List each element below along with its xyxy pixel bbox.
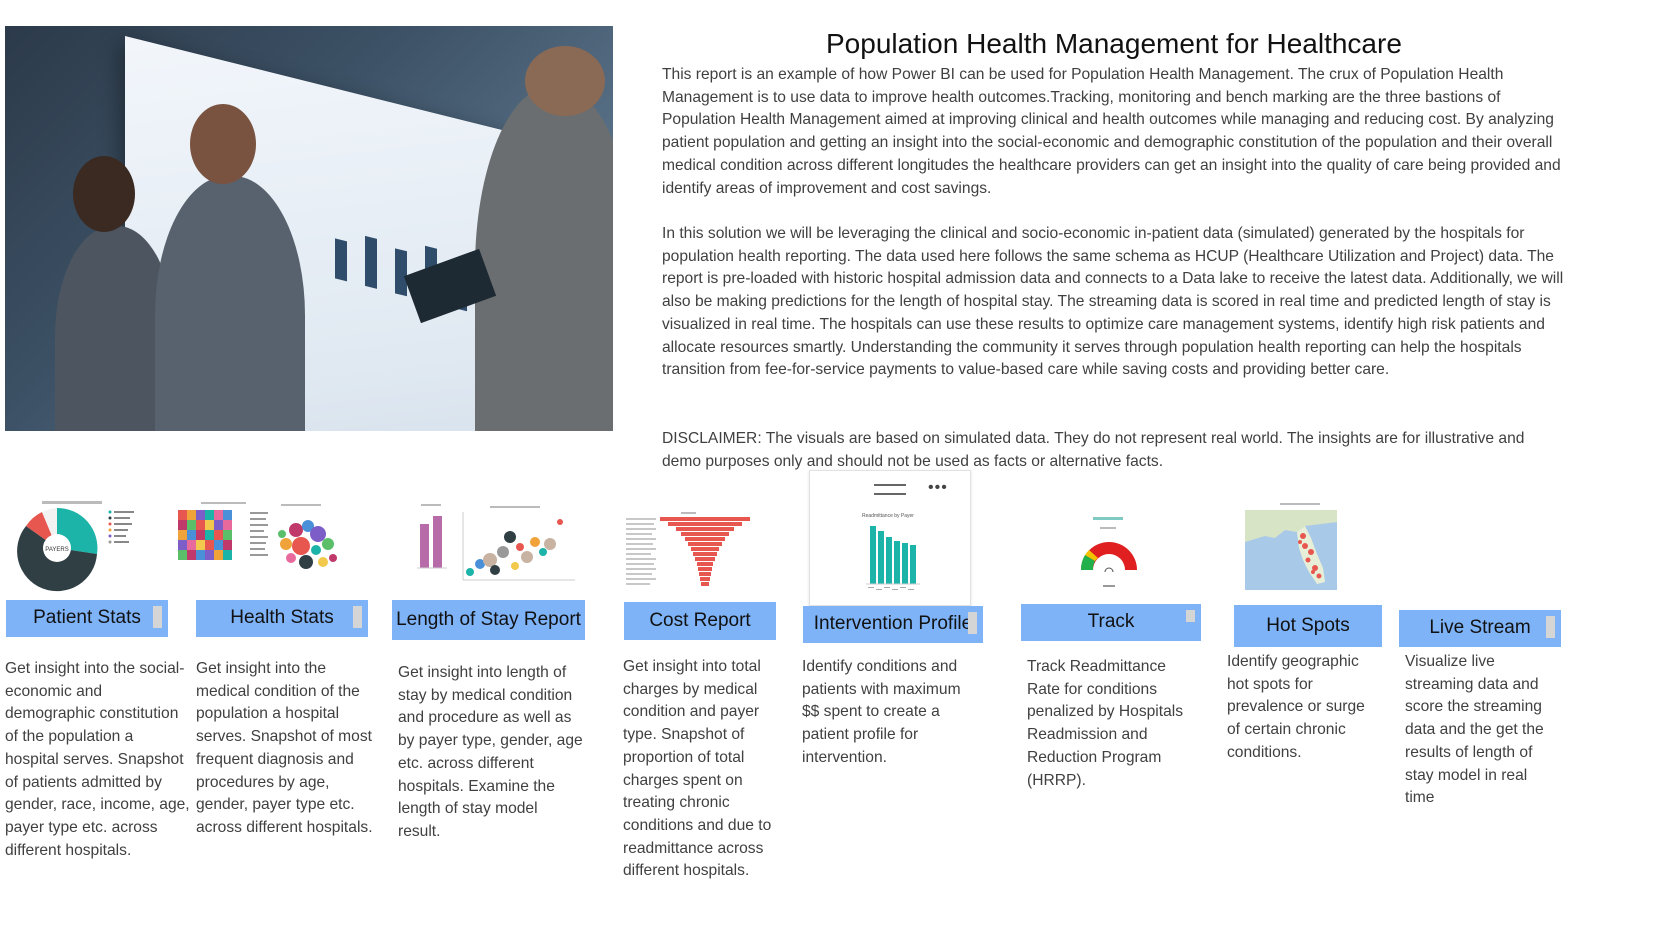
live-stream-description: Visualize live streaming data and score …: [1405, 653, 1544, 807]
length-of-stay-thumbnail: [415, 502, 580, 586]
hot-spots-description: Identify geographic hot spots for preval…: [1227, 653, 1365, 761]
intervention-profile-description: Identify conditions and patients with ma…: [802, 658, 961, 766]
track-button[interactable]: Track: [1021, 604, 1201, 641]
live-stream-button[interactable]: Live Stream: [1399, 610, 1561, 647]
health-stats-description: Get insight into the medical condition o…: [196, 660, 373, 836]
intervention-profile-button[interactable]: Intervention Profile: [803, 606, 983, 643]
hero-photo: [5, 26, 613, 431]
report-title: Population Health Management for Healthc…: [826, 28, 1402, 59]
intro-paragraph: This report is an example of how Power B…: [662, 66, 1561, 197]
intervention-profile-label: Intervention Profile: [813, 613, 973, 634]
disclaimer-paragraph: DISCLAIMER: The visuals are based on sim…: [662, 430, 1525, 470]
cost-report-thumbnail: [626, 510, 756, 590]
cost-report-label: Cost Report: [649, 610, 751, 631]
patient-stats-button[interactable]: Patient Stats: [6, 600, 168, 637]
track-thumbnail: [1075, 515, 1150, 595]
intervention-profile-thumbnail: ••• Readmittance by Payer: [809, 470, 971, 606]
patient-stats-description: Get insight into the social-economic and…: [5, 660, 190, 859]
hot-spots-label: Hot Spots: [1266, 615, 1350, 636]
track-description: Track Readmittance Rate for conditions p…: [1027, 658, 1184, 789]
patient-stats-center-label: PAYERS: [45, 547, 68, 553]
solution-paragraph: In this solution we will be leveraging t…: [662, 225, 1564, 379]
person-left-head: [73, 156, 135, 232]
health-stats-button[interactable]: Health Stats: [196, 600, 368, 637]
health-stats-thumbnail: [176, 500, 356, 580]
length-of-stay-label: Length of Stay Report: [396, 609, 581, 630]
person-center-head: [190, 104, 256, 184]
track-scroll-handle: [1186, 610, 1195, 622]
health-stats-scroll-handle: [353, 606, 362, 628]
live-stream-label: Live Stream: [1429, 617, 1531, 638]
person-right-head: [525, 46, 605, 116]
hot-spots-thumbnail: [1245, 502, 1337, 590]
intervention-profile-scroll-handle: [968, 612, 977, 634]
cost-report-button[interactable]: Cost Report: [624, 602, 776, 640]
health-stats-label: Health Stats: [230, 607, 334, 628]
cost-report-description: Get insight into total charges by medica…: [623, 658, 772, 880]
hot-spots-button[interactable]: Hot Spots: [1234, 605, 1382, 647]
patient-stats-thumbnail: PAYERS: [12, 498, 142, 594]
length-of-stay-button[interactable]: Length of Stay Report: [392, 600, 585, 640]
length-of-stay-description: Get insight into length of stay by medic…: [398, 664, 583, 840]
live-stream-scroll-handle: [1546, 616, 1555, 638]
patient-stats-scroll-handle: [153, 606, 162, 628]
track-label: Track: [1087, 611, 1135, 632]
patient-stats-label: Patient Stats: [33, 607, 141, 628]
person-center: [155, 176, 305, 431]
